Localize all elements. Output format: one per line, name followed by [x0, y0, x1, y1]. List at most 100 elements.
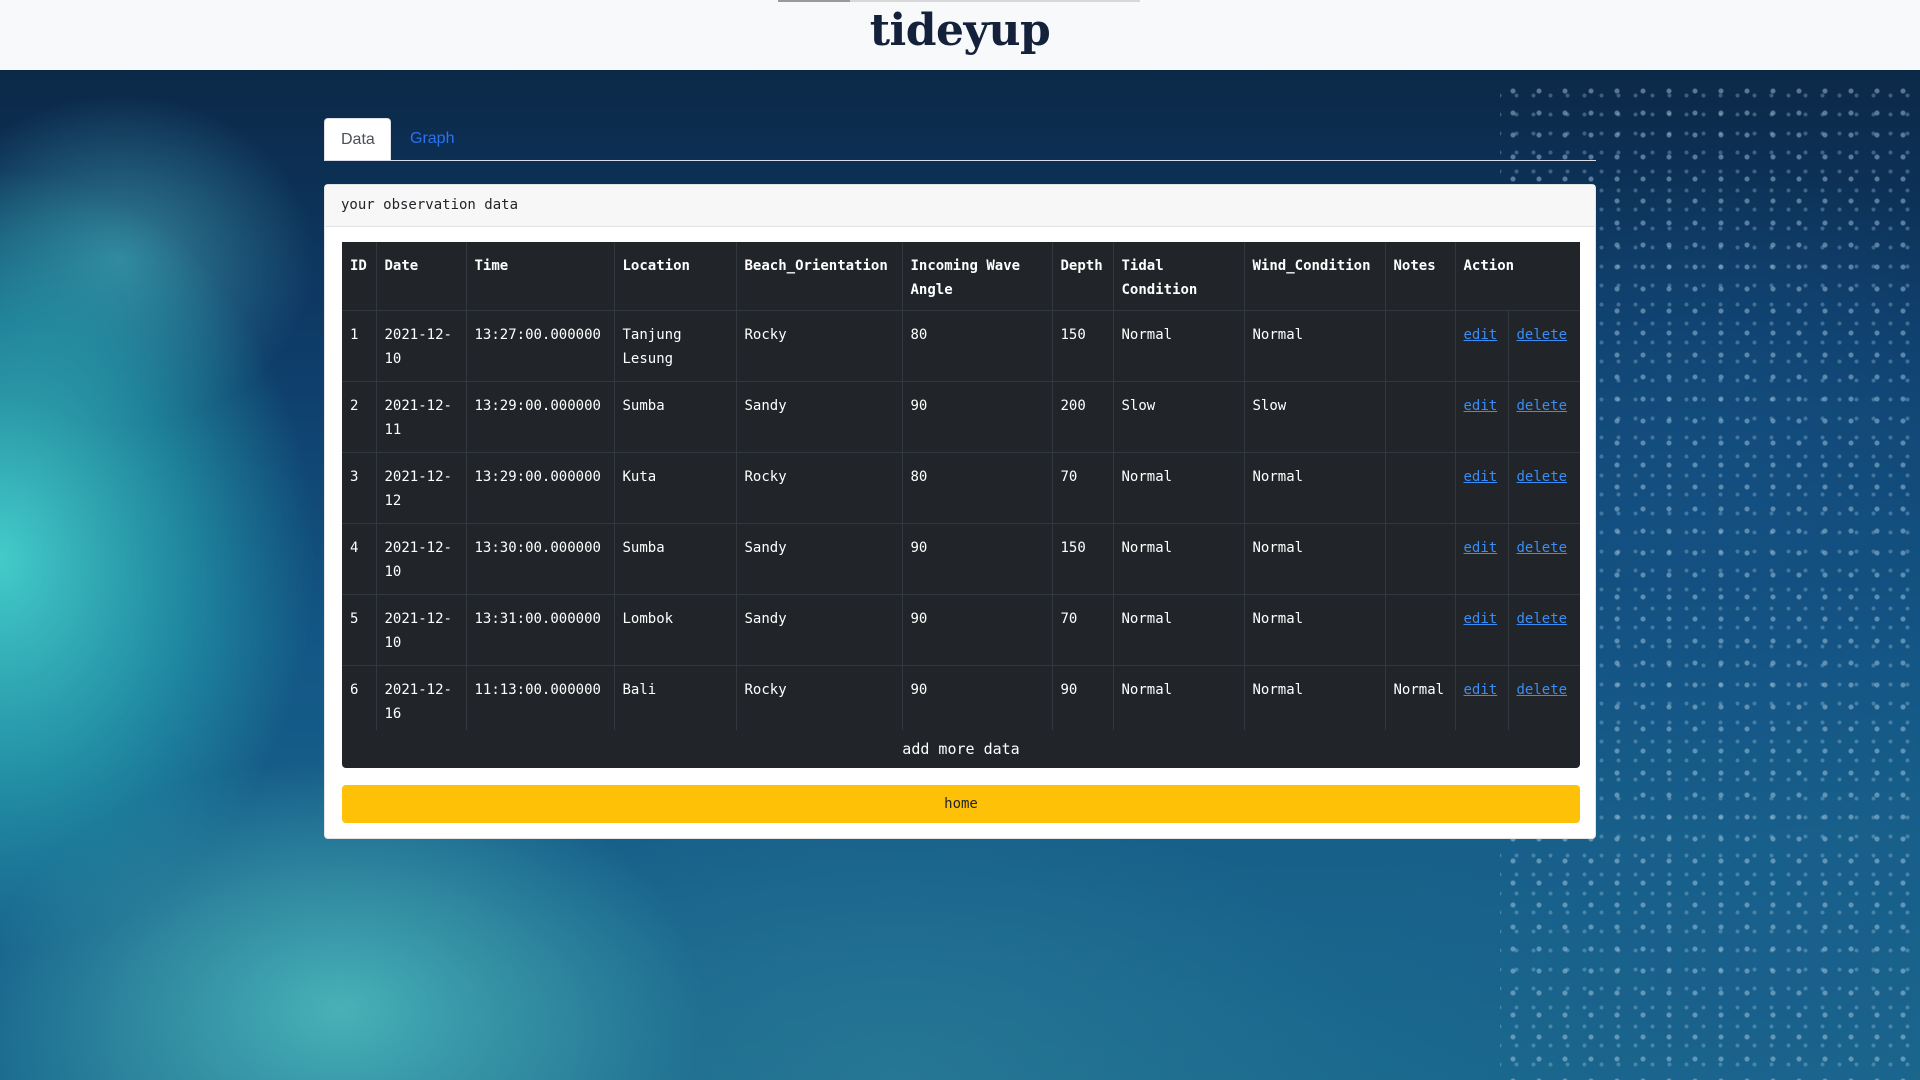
row-edit-cell: edit: [1454, 665, 1508, 736]
row-id: 6: [350, 682, 359, 698]
row-tidal-condition: Normal: [1112, 452, 1244, 524]
delete-link[interactable]: delete: [1517, 398, 1568, 414]
tab-graph[interactable]: Graph: [394, 118, 470, 160]
row-id: 2: [350, 398, 359, 414]
row-beach-orientation: Sandy: [735, 381, 902, 453]
row-wave-angle: 80: [901, 452, 1052, 524]
row-depth: 200: [1051, 381, 1113, 453]
row-time: 13:27:00.000000: [465, 310, 614, 382]
observation-table: ID Date Time Location Beach_Orientation …: [342, 242, 1581, 736]
observation-card: your observation data ID Date Time Locat…: [324, 184, 1596, 839]
row-notes: [1384, 310, 1455, 382]
row-tidal-condition: Normal: [1112, 523, 1244, 595]
table-row: 4 2021-12-10 13:30:00.000000 Sumba Sandy 90 15…: [342, 523, 1581, 595]
column-header: Beach_Orientation: [735, 242, 902, 311]
row-time: 13:29:00.000000: [465, 381, 614, 453]
column-header: Tidal Condition: [1112, 242, 1244, 311]
row-date: 2021-12-10: [375, 523, 466, 595]
row-location: Tanjung Lesung: [613, 310, 736, 382]
edit-link[interactable]: edit: [1464, 682, 1498, 698]
delete-link[interactable]: delete: [1517, 682, 1568, 698]
column-header: Action: [1454, 242, 1581, 311]
column-header: Depth: [1051, 242, 1113, 311]
top-header: tideyup: [0, 0, 1920, 70]
row-wind-condition: Normal: [1243, 452, 1385, 524]
row-beach-orientation: Sandy: [735, 523, 902, 595]
row-wind-condition: Normal: [1243, 523, 1385, 595]
row-location: Bali: [613, 665, 736, 736]
row-id: 3: [350, 469, 359, 485]
row-wave-angle: 90: [901, 523, 1052, 595]
row-tidal-condition: Normal: [1112, 310, 1244, 382]
row-delete-cell: delete: [1507, 452, 1581, 524]
row-wind-condition: Normal: [1243, 310, 1385, 382]
edit-link[interactable]: edit: [1464, 398, 1498, 414]
column-header: Time: [465, 242, 614, 311]
row-delete-cell: delete: [1507, 381, 1581, 453]
row-date: 2021-12-10: [375, 310, 466, 382]
row-id: 4: [350, 540, 359, 556]
row-depth: 150: [1051, 523, 1113, 595]
row-delete-cell: delete: [1507, 523, 1581, 595]
row-edit-cell: edit: [1454, 523, 1508, 595]
tab-bar: Data Graph: [324, 118, 1596, 161]
row-tidal-condition: Normal: [1112, 665, 1244, 736]
row-tidal-condition: Normal: [1112, 594, 1244, 666]
delete-link[interactable]: delete: [1517, 469, 1568, 485]
column-header: Wind_Condition: [1243, 242, 1385, 311]
column-header: Date: [375, 242, 466, 311]
edit-link[interactable]: edit: [1464, 540, 1498, 556]
column-header: ID: [350, 258, 367, 274]
row-date: 2021-12-16: [375, 665, 466, 736]
row-time: 13:31:00.000000: [465, 594, 614, 666]
row-notes: [1384, 381, 1455, 453]
column-header: Notes: [1384, 242, 1455, 311]
row-depth: 70: [1051, 452, 1113, 524]
edit-link[interactable]: edit: [1464, 611, 1498, 627]
row-edit-cell: edit: [1454, 310, 1508, 382]
page-load-progress-fill: [778, 0, 851, 2]
row-edit-cell: edit: [1454, 381, 1508, 453]
delete-link[interactable]: delete: [1517, 611, 1568, 627]
brand-logo[interactable]: tideyup: [0, 5, 1920, 56]
table-header-row: ID Date Time Location Beach_Orientation …: [342, 242, 1581, 311]
table-row: 5 2021-12-10 13:31:00.000000 Lombok Sandy 90 7…: [342, 594, 1581, 666]
tab-data[interactable]: Data: [324, 118, 391, 160]
row-tidal-condition: Slow: [1112, 381, 1244, 453]
delete-link[interactable]: delete: [1517, 540, 1568, 556]
row-edit-cell: edit: [1454, 452, 1508, 524]
row-beach-orientation: Rocky: [735, 310, 902, 382]
row-time: 13:30:00.000000: [465, 523, 614, 595]
row-delete-cell: delete: [1507, 594, 1581, 666]
row-depth: 70: [1051, 594, 1113, 666]
row-depth: 90: [1051, 665, 1113, 736]
edit-link[interactable]: edit: [1464, 469, 1498, 485]
row-time: 13:29:00.000000: [465, 452, 614, 524]
row-beach-orientation: Rocky: [735, 665, 902, 736]
home-button[interactable]: home: [342, 785, 1580, 823]
row-notes: Normal: [1384, 665, 1455, 736]
delete-link[interactable]: delete: [1517, 327, 1568, 343]
edit-link[interactable]: edit: [1464, 327, 1498, 343]
table-row: 2 2021-12-11 13:29:00.000000 Sumba Sandy 90 20…: [342, 381, 1581, 453]
row-location: Kuta: [613, 452, 736, 524]
row-location: Sumba: [613, 523, 736, 595]
row-edit-cell: edit: [1454, 594, 1508, 666]
row-id: 5: [350, 611, 359, 627]
row-delete-cell: delete: [1507, 665, 1581, 736]
column-header: Incoming Wave Angle: [901, 242, 1052, 311]
observation-table-wrapper: ID Date Time Location Beach_Orientation …: [342, 242, 1581, 736]
page-load-progress: [778, 0, 1140, 2]
row-notes: [1384, 523, 1455, 595]
row-beach-orientation: Sandy: [735, 594, 902, 666]
add-more-data-button[interactable]: add more data: [342, 730, 1580, 768]
row-date: 2021-12-12: [375, 452, 466, 524]
row-wind-condition: Normal: [1243, 665, 1385, 736]
row-delete-cell: delete: [1507, 310, 1581, 382]
row-location: Sumba: [613, 381, 736, 453]
row-wind-condition: Normal: [1243, 594, 1385, 666]
row-wind-condition: Slow: [1243, 381, 1385, 453]
row-date: 2021-12-10: [375, 594, 466, 666]
card-title: your observation data: [325, 185, 1595, 227]
table-row: 1 2021-12-10 13:27:00.000000 Tanjung Lesung…: [342, 310, 1581, 382]
